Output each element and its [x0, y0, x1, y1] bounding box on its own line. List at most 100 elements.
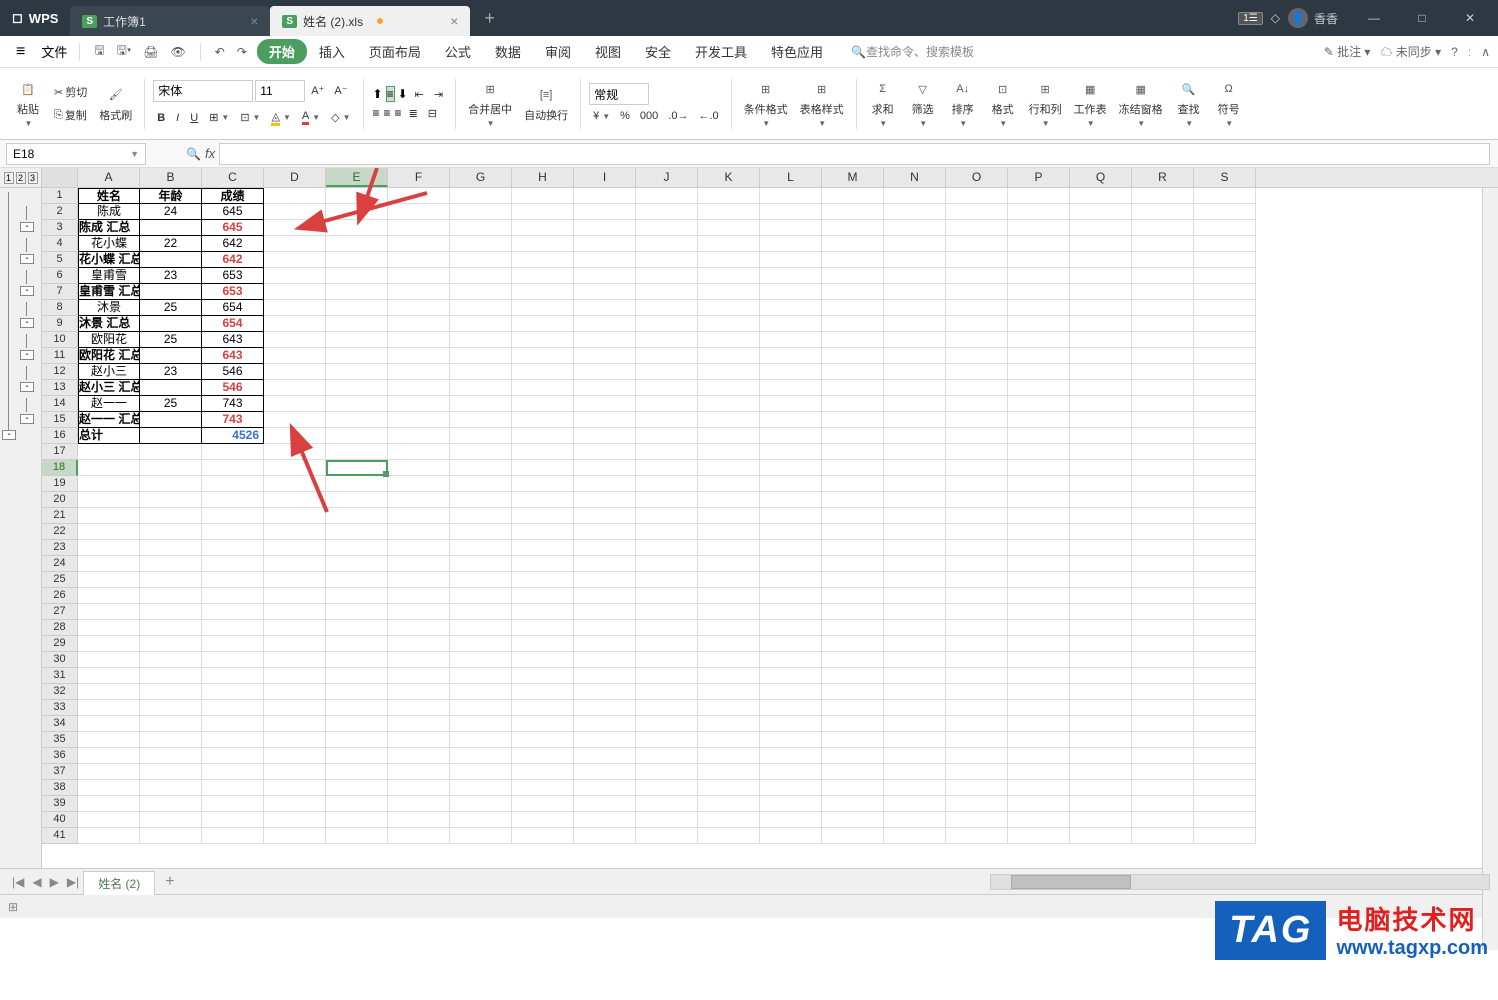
cell[interactable]	[946, 828, 1008, 844]
cell[interactable]	[574, 396, 636, 412]
cell[interactable]	[1132, 380, 1194, 396]
cell[interactable]	[698, 444, 760, 460]
cell[interactable]	[760, 460, 822, 476]
cell[interactable]	[822, 732, 884, 748]
cell[interactable]	[264, 188, 326, 204]
cell[interactable]	[388, 748, 450, 764]
cell[interactable]	[264, 204, 326, 220]
cell[interactable]	[326, 668, 388, 684]
outline-collapse-button[interactable]: -	[2, 430, 16, 440]
cell[interactable]	[1194, 748, 1256, 764]
cell[interactable]	[884, 332, 946, 348]
cell[interactable]	[760, 828, 822, 844]
cell[interactable]	[512, 236, 574, 252]
cell[interactable]: 653	[202, 268, 264, 284]
cell[interactable]	[78, 636, 140, 652]
cell[interactable]	[450, 620, 512, 636]
cell[interactable]	[698, 300, 760, 316]
cell[interactable]	[574, 828, 636, 844]
column-header-G[interactable]: G	[450, 168, 512, 187]
cell[interactable]	[326, 796, 388, 812]
cell[interactable]	[264, 492, 326, 508]
cell[interactable]	[946, 540, 1008, 556]
cell[interactable]	[1070, 428, 1132, 444]
cell[interactable]: 743	[202, 412, 264, 428]
cell[interactable]	[1132, 524, 1194, 540]
maximize-button[interactable]: □	[1402, 0, 1442, 36]
increase-indent-button[interactable]: ⇥	[430, 86, 447, 103]
increase-font-button[interactable]: A⁺	[307, 82, 328, 99]
cell[interactable]	[760, 588, 822, 604]
column-header-H[interactable]: H	[512, 168, 574, 187]
cell[interactable]	[946, 748, 1008, 764]
cell[interactable]	[1194, 652, 1256, 668]
cell[interactable]	[574, 652, 636, 668]
outline-collapse-button[interactable]: -	[20, 286, 34, 296]
cell[interactable]	[822, 364, 884, 380]
cell[interactable]	[388, 636, 450, 652]
cell[interactable]	[946, 764, 1008, 780]
cell[interactable]	[1132, 236, 1194, 252]
cell[interactable]	[760, 796, 822, 812]
cell[interactable]	[698, 236, 760, 252]
outline-collapse-button[interactable]: -	[20, 254, 34, 264]
cell[interactable]	[1132, 556, 1194, 572]
horizontal-scrollbar[interactable]	[990, 874, 1490, 890]
cell[interactable]	[884, 620, 946, 636]
cell[interactable]	[326, 572, 388, 588]
cell[interactable]	[388, 780, 450, 796]
cell[interactable]	[760, 668, 822, 684]
row-header[interactable]: 24	[42, 556, 78, 572]
cell[interactable]	[946, 428, 1008, 444]
collapse-ribbon-icon[interactable]: ː	[1468, 45, 1471, 59]
cell[interactable]	[946, 284, 1008, 300]
cell[interactable]	[512, 732, 574, 748]
cell[interactable]	[326, 204, 388, 220]
cell[interactable]	[574, 716, 636, 732]
cell[interactable]	[388, 572, 450, 588]
cell[interactable]	[1132, 508, 1194, 524]
cell[interactable]	[450, 812, 512, 828]
cell[interactable]	[202, 764, 264, 780]
cell[interactable]	[636, 220, 698, 236]
cell[interactable]	[1070, 204, 1132, 220]
cell[interactable]	[574, 524, 636, 540]
cell[interactable]: 4526	[202, 428, 264, 444]
cell[interactable]	[1008, 668, 1070, 684]
cell[interactable]: 654	[202, 300, 264, 316]
cell[interactable]	[140, 668, 202, 684]
cell[interactable]	[574, 700, 636, 716]
cell[interactable]	[512, 684, 574, 700]
cell[interactable]	[760, 444, 822, 460]
cell[interactable]	[946, 684, 1008, 700]
cell[interactable]	[326, 284, 388, 300]
tab-formulas[interactable]: 公式	[433, 38, 483, 65]
zoom-icon[interactable]: 🔍	[186, 147, 201, 161]
cell[interactable]	[698, 556, 760, 572]
column-header-I[interactable]: I	[574, 168, 636, 187]
cell[interactable]	[326, 828, 388, 844]
tab-home[interactable]: 开始	[257, 39, 307, 64]
column-header-C[interactable]: C	[202, 168, 264, 187]
cell[interactable]	[264, 556, 326, 572]
cell[interactable]	[636, 636, 698, 652]
cell[interactable]	[884, 668, 946, 684]
cell[interactable]	[450, 508, 512, 524]
cell[interactable]	[1194, 220, 1256, 236]
font-color-button[interactable]: A▼	[298, 108, 324, 127]
cell[interactable]	[264, 748, 326, 764]
fill-color-button[interactable]: ◬▼	[267, 108, 294, 128]
cell[interactable]	[512, 380, 574, 396]
cell[interactable]	[512, 252, 574, 268]
row-header[interactable]: 7	[42, 284, 78, 300]
cell[interactable]	[1008, 348, 1070, 364]
close-icon[interactable]: ×	[250, 13, 258, 29]
cell[interactable]	[698, 428, 760, 444]
cell[interactable]	[1194, 684, 1256, 700]
cell-style-button[interactable]: ⊡▼	[236, 109, 264, 126]
cell[interactable]	[388, 380, 450, 396]
cell[interactable]	[698, 620, 760, 636]
cell[interactable]	[388, 300, 450, 316]
cell[interactable]	[822, 396, 884, 412]
cell[interactable]	[1070, 588, 1132, 604]
